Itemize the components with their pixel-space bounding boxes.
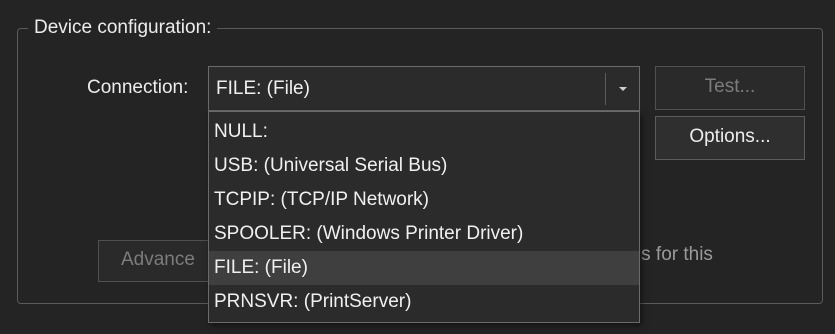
group-title: Device configuration: (28, 15, 218, 41)
chevron-down-icon[interactable] (614, 80, 632, 98)
connection-dropdown-list: NULL: USB: (Universal Serial Bus) TCPIP:… (208, 111, 640, 323)
device-config-panel: Device configuration: Connection: Test..… (0, 0, 835, 334)
dropdown-option-spooler[interactable]: SPOOLER: (Windows Printer Driver) (209, 217, 639, 251)
dropdown-option-file[interactable]: FILE: (File) (209, 251, 639, 285)
connection-selected-value: FILE: (File) (216, 78, 310, 99)
connection-dropdown[interactable]: FILE: (File) (208, 66, 640, 111)
dropdown-option-null[interactable]: NULL: (209, 115, 639, 149)
dropdown-option-usb[interactable]: USB: (Universal Serial Bus) (209, 149, 639, 183)
dropdown-option-prnsvr[interactable]: PRNSVR: (PrintServer) (209, 285, 639, 319)
dropdown-separator (605, 73, 606, 105)
options-button[interactable]: Options... (655, 116, 805, 160)
connection-label: Connection: (87, 77, 189, 98)
test-button[interactable]: Test... (655, 66, 805, 110)
dropdown-option-tcpip[interactable]: TCPIP: (TCP/IP Network) (209, 183, 639, 217)
